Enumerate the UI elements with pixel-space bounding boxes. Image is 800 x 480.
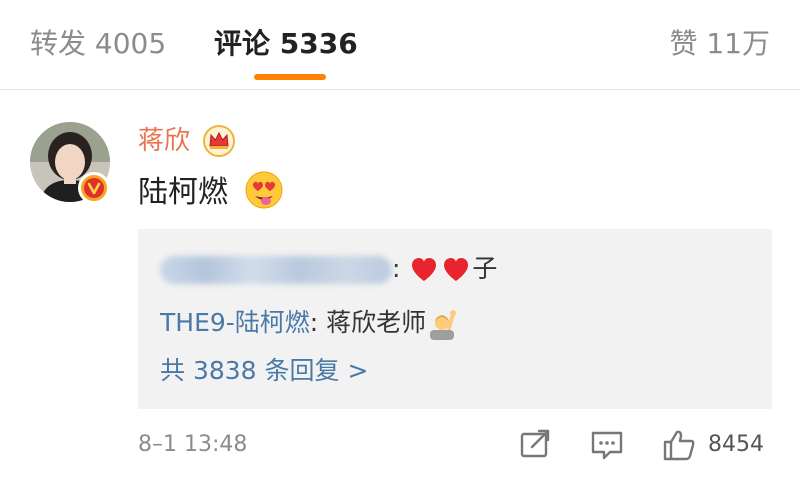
comment-icon[interactable] xyxy=(590,429,624,461)
reply-item[interactable]: : 子 xyxy=(160,251,497,287)
tab-likes[interactable]: 赞 11万 xyxy=(669,24,770,64)
blurred-reply-author[interactable] xyxy=(160,256,392,284)
reply-text: 蒋欣老师 xyxy=(326,308,427,337)
like-count: 8454 xyxy=(708,432,764,457)
crown-icon xyxy=(202,124,236,158)
reply-item[interactable]: THE9-陆柯燃: 蒋欣老师 xyxy=(160,305,458,341)
heart-eyes-emoji-icon xyxy=(244,170,284,210)
reply-separator: : xyxy=(309,308,327,337)
comment-author[interactable]: 蒋欣 xyxy=(138,123,190,159)
like-icon[interactable] xyxy=(662,429,696,461)
verified-v-icon xyxy=(78,172,110,204)
reply-text: 子 xyxy=(472,254,498,283)
tab-repost[interactable]: 转发 4005 xyxy=(30,24,166,64)
reply-author[interactable]: THE9-陆柯燃 xyxy=(160,308,310,337)
tab-bar: 转发 4005 评论 5336 赞 11万 xyxy=(0,0,800,90)
replies-box[interactable]: : 子 THE9-陆柯燃: 蒋欣老师 共 3838 条回复 > xyxy=(138,229,772,409)
raising-hand-emoji-icon xyxy=(426,308,458,340)
red-heart-icon xyxy=(409,255,439,285)
active-tab-indicator xyxy=(254,74,326,80)
red-heart-icon xyxy=(441,255,471,285)
comment-time: 8–1 13:48 xyxy=(138,432,248,457)
tab-comments[interactable]: 评论 5336 xyxy=(214,24,358,64)
more-replies-link[interactable]: 共 3838 条回复 > xyxy=(160,353,368,389)
repost-icon[interactable] xyxy=(518,429,552,461)
comment-text: 陆柯燃 xyxy=(138,175,228,210)
reply-separator: : xyxy=(392,254,409,283)
